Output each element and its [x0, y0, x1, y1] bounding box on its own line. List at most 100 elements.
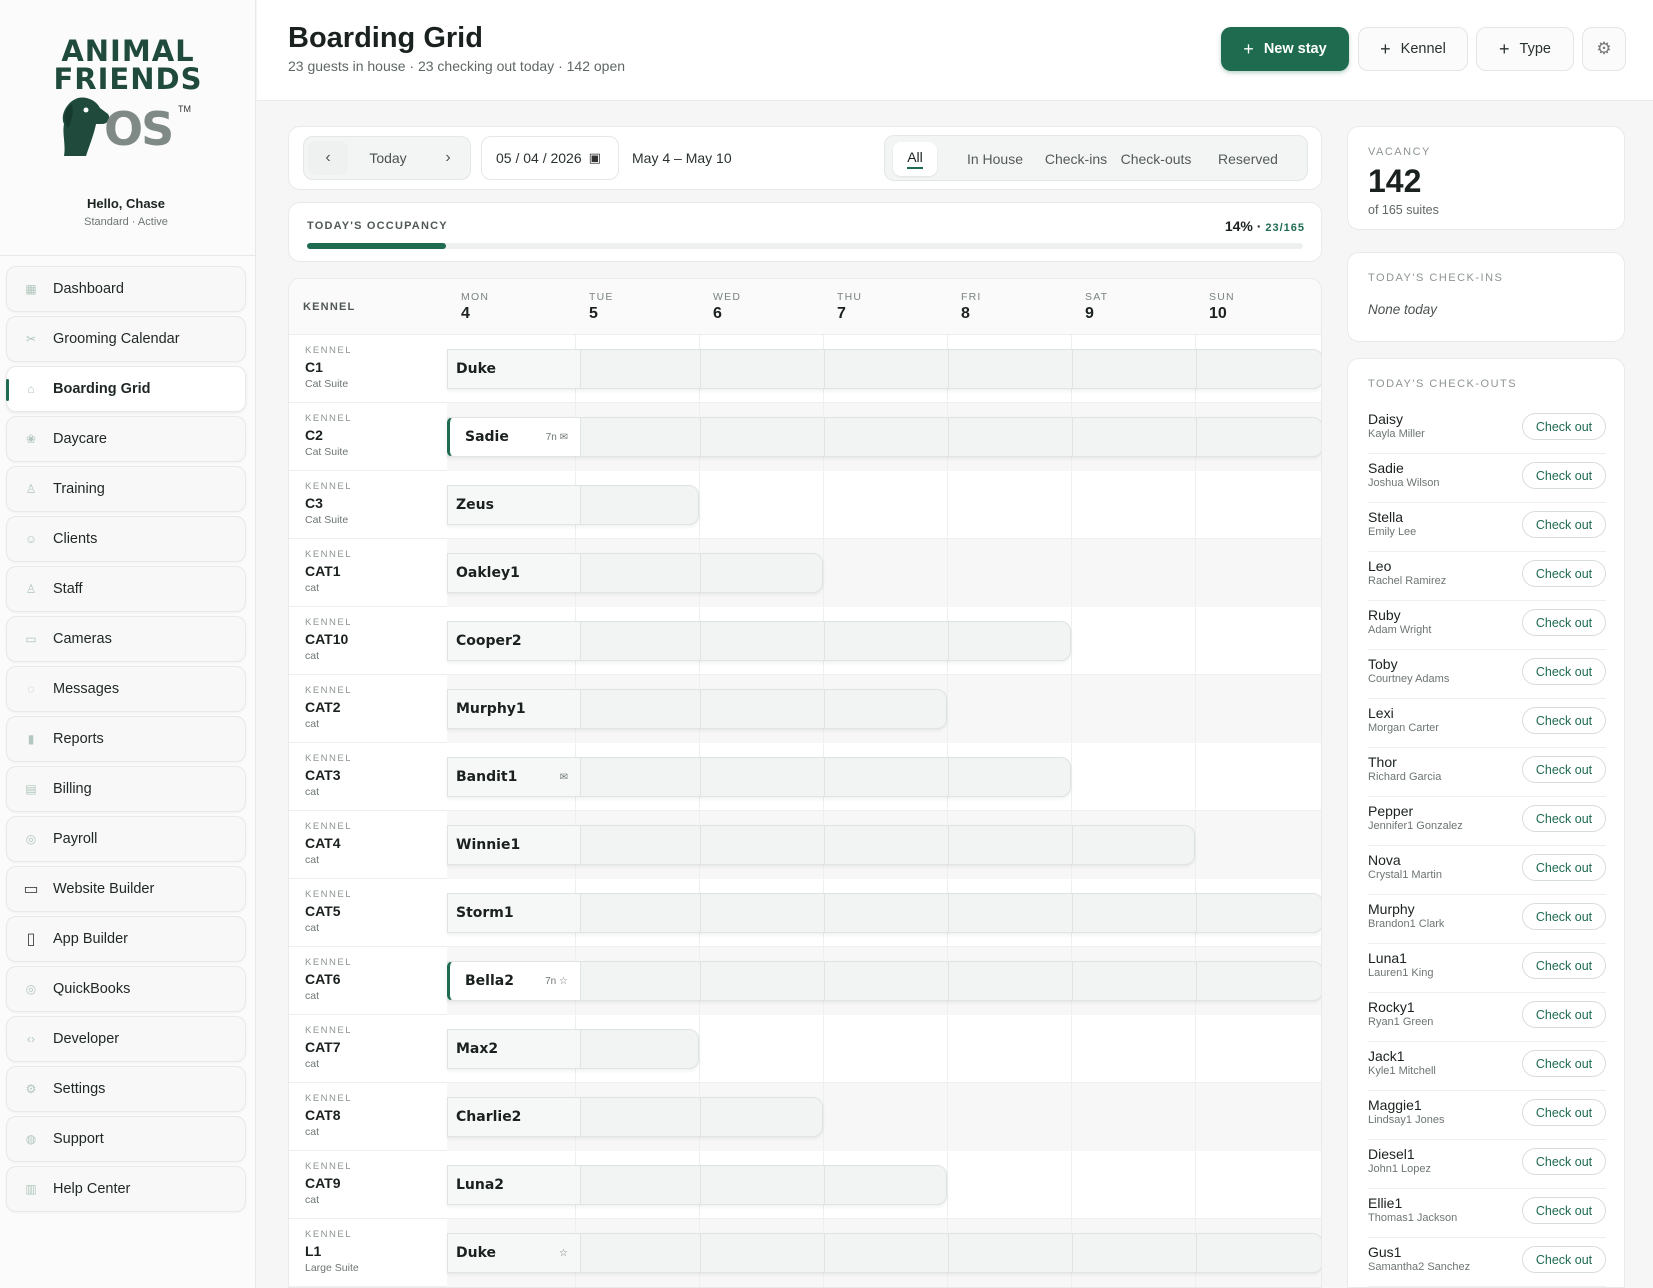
cell-divider: [1195, 539, 1196, 607]
stay-pet-name[interactable]: Bandit1 ✉: [447, 757, 581, 797]
stay-day-divider: [1196, 894, 1197, 932]
check-out-button[interactable]: Check out: [1522, 1001, 1606, 1028]
new-stay-button[interactable]: + New stay: [1221, 27, 1349, 71]
check-out-button[interactable]: Check out: [1522, 1148, 1606, 1175]
kennel-prefix: KENNEL: [305, 481, 353, 492]
day-number: 4: [461, 305, 470, 322]
sidebar-item-support[interactable]: ◍ Support: [6, 1116, 246, 1162]
check-out-button[interactable]: Check out: [1522, 560, 1606, 587]
stay-pet-name[interactable]: Oakley1: [447, 553, 581, 593]
nights-count: 7n: [545, 431, 557, 443]
sidebar-item-settings[interactable]: ⚙ Settings: [6, 1066, 246, 1112]
stay-pet-name[interactable]: Storm1: [447, 893, 581, 933]
check-out-button[interactable]: Check out: [1522, 462, 1606, 489]
next-week-button[interactable]: ›: [428, 141, 468, 175]
pet-name: Duke: [456, 1245, 497, 1261]
cell-divider: [947, 471, 948, 539]
check-out-button[interactable]: Check out: [1522, 805, 1606, 832]
kennel-type: cat: [305, 1194, 320, 1206]
sidebar-item-training[interactable]: ♙ Training: [6, 466, 246, 512]
add-kennel-button[interactable]: + Kennel: [1358, 27, 1468, 71]
sidebar-item-billing[interactable]: ▤ Billing: [6, 766, 246, 812]
stay-pet-name[interactable]: Max2: [447, 1029, 581, 1069]
prev-week-button[interactable]: ‹: [308, 141, 348, 175]
stay-day-divider: [824, 418, 825, 456]
sidebar-item-cameras[interactable]: ▭ Cameras: [6, 616, 246, 662]
check-out-button[interactable]: Check out: [1522, 854, 1606, 881]
day-header-fri: FRI 8: [961, 291, 982, 323]
kennel-row: KENNEL C1 Cat Suite Duke: [289, 335, 1321, 403]
filter-tab-label: Check-ins: [1044, 151, 1108, 167]
add-type-button[interactable]: + Type: [1476, 27, 1574, 71]
sidebar-item-staff[interactable]: ♙ Staff: [6, 566, 246, 612]
check-out-button[interactable]: Check out: [1522, 1246, 1606, 1273]
stay-day-divider: [1072, 1234, 1073, 1272]
stay-day-divider: [1072, 962, 1073, 1000]
stay-pet-name[interactable]: Luna2: [447, 1165, 581, 1205]
check-out-button[interactable]: Check out: [1522, 903, 1606, 930]
stay-pet-name[interactable]: Winnie1: [447, 825, 581, 865]
stay-pet-name[interactable]: Charlie2: [447, 1097, 581, 1137]
checkout-pet-name: Thor: [1368, 754, 1397, 770]
checkout-owner-name: Courtney Adams: [1368, 673, 1450, 685]
stay-pet-name[interactable]: Bella2 7n ☆: [447, 961, 581, 1001]
day-of-week: THU: [837, 291, 863, 303]
kennel-prefix: KENNEL: [305, 957, 353, 968]
sidebar-item-payroll[interactable]: ◎ Payroll: [6, 816, 246, 862]
stay-pet-name[interactable]: Murphy1: [447, 689, 581, 729]
sidebar-item-dashboard[interactable]: ▦ Dashboard: [6, 266, 246, 312]
sidebar-item-help-center[interactable]: ▥ Help Center: [6, 1166, 246, 1212]
checkout-pet-name: Ellie1: [1368, 1195, 1403, 1211]
check-out-button[interactable]: Check out: [1522, 609, 1606, 636]
stay-day-divider: [700, 962, 701, 1000]
day-number: 8: [961, 305, 970, 322]
stay-day-divider: [824, 894, 825, 932]
stay-day-divider: [700, 1234, 701, 1272]
check-out-button[interactable]: Check out: [1522, 952, 1606, 979]
stay-pet-name[interactable]: Duke ☆: [447, 1233, 581, 1273]
stay-pet-name[interactable]: Cooper2: [447, 621, 581, 661]
settings-button[interactable]: ⚙: [1582, 27, 1626, 71]
check-out-button[interactable]: Check out: [1522, 1197, 1606, 1224]
check-out-button[interactable]: Check out: [1522, 707, 1606, 734]
sidebar-item-label: Website Builder: [53, 881, 155, 897]
sidebar-item-grooming-calendar[interactable]: ✂ Grooming Calendar: [6, 316, 246, 362]
sidebar-item-clients[interactable]: ☺ Clients: [6, 516, 246, 562]
sidebar-item-daycare[interactable]: ❀ Daycare: [6, 416, 246, 462]
filter-tab-reserved[interactable]: Reserved: [1205, 142, 1291, 176]
sidebar-item-developer[interactable]: ‹› Developer: [6, 1016, 246, 1062]
sidebar-item-messages[interactable]: ◌ Messages: [6, 666, 246, 712]
check-out-button[interactable]: Check out: [1522, 413, 1606, 440]
check-out-button[interactable]: Check out: [1522, 1099, 1606, 1126]
stay-meta: 7n ☆: [545, 976, 568, 987]
filter-tab-all[interactable]: All: [893, 142, 937, 176]
stay-day-divider: [824, 1234, 825, 1272]
date-picker[interactable]: 05 / 04 / 2026 ▣: [481, 136, 619, 180]
check-out-button[interactable]: Check out: [1522, 511, 1606, 538]
sidebar-item-app-builder[interactable]: ▯ App Builder: [6, 916, 246, 962]
cell-divider: [1071, 675, 1072, 743]
stay-pet-name[interactable]: Zeus: [447, 485, 581, 525]
sidebar-item-label: Reports: [53, 731, 104, 747]
calendar-icon: ▣: [588, 150, 601, 165]
stay-pet-name[interactable]: Duke: [447, 349, 581, 389]
check-out-button[interactable]: Check out: [1522, 756, 1606, 783]
filter-tab-check-outs[interactable]: Check-outs: [1109, 142, 1203, 176]
checkins-card: TODAY'S CHECK-INS None today: [1347, 252, 1625, 342]
date-range: May 4 – May 10: [632, 150, 732, 166]
mail-icon: ✉: [559, 771, 568, 783]
checkout-owner-name: Kayla Miller: [1368, 428, 1425, 440]
sidebar-item-boarding-grid[interactable]: ⌂ Boarding Grid: [6, 366, 246, 412]
billing-icon: ▤: [25, 782, 37, 796]
kennel-label: KENNEL C2 Cat Suite: [305, 413, 352, 458]
kennel-row: KENNEL CAT8 cat Charlie2: [289, 1083, 1321, 1151]
today-button[interactable]: Today: [352, 150, 424, 166]
check-out-button[interactable]: Check out: [1522, 658, 1606, 685]
pet-name: Bella2: [465, 973, 514, 989]
stay-pet-name[interactable]: Sadie 7n ✉: [447, 417, 581, 457]
sidebar-item-website-builder[interactable]: ▭ Website Builder: [6, 866, 246, 912]
check-out-button[interactable]: Check out: [1522, 1050, 1606, 1077]
sidebar-item-label: Help Center: [53, 1181, 131, 1197]
sidebar-item-quickbooks[interactable]: ◎ QuickBooks: [6, 966, 246, 1012]
sidebar-item-reports[interactable]: ▮ Reports: [6, 716, 246, 762]
